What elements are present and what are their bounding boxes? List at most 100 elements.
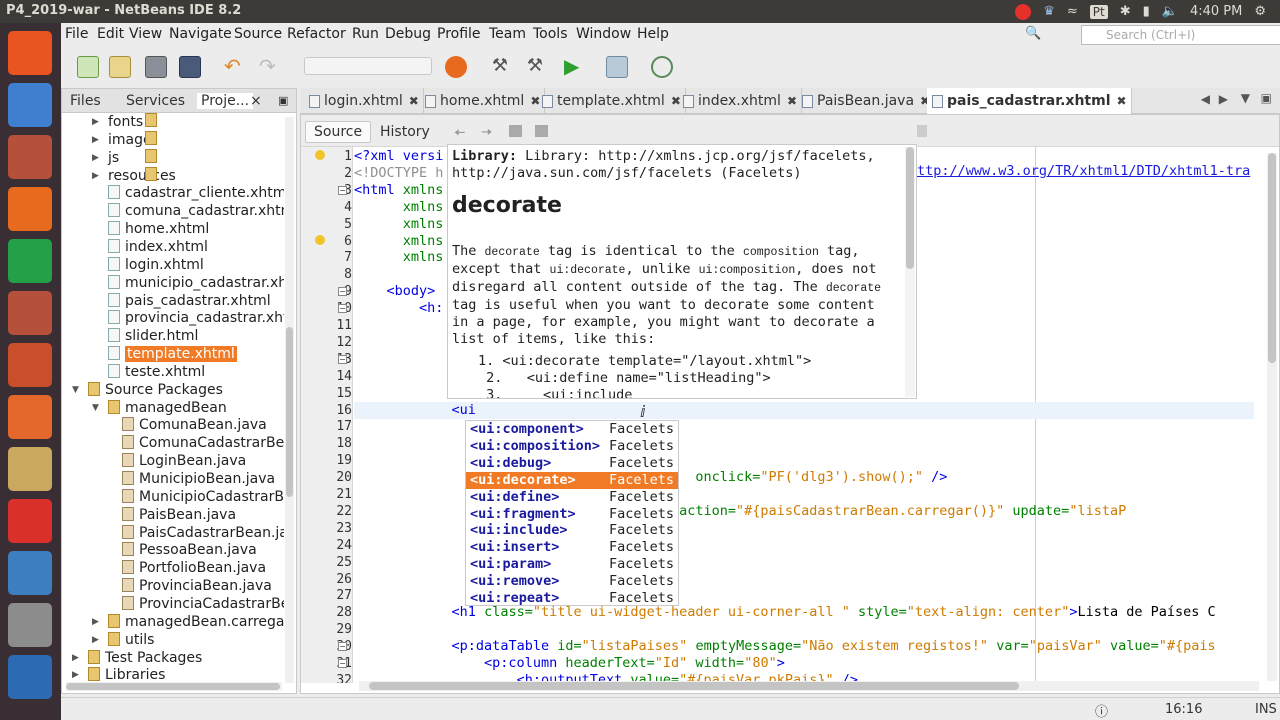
tree-item[interactable]: comuna_cadastrar.xhtml bbox=[108, 202, 284, 220]
undo-icon[interactable]: ↶ bbox=[224, 56, 246, 78]
libreoffice-writer-icon[interactable] bbox=[8, 83, 52, 127]
tree-item[interactable]: ComunaCadastrarBean.java bbox=[122, 434, 284, 452]
editor-tab[interactable]: PaisBean.java ✖ bbox=[797, 88, 936, 114]
tree-item[interactable]: home.xhtml bbox=[108, 220, 209, 238]
search-input[interactable]: Search (Ctrl+I) bbox=[1081, 25, 1280, 45]
menu-team[interactable]: Team bbox=[489, 26, 526, 42]
tree-item[interactable]: cadastrar_cliente.xhtml bbox=[108, 184, 284, 202]
tree-item[interactable]: js bbox=[108, 148, 157, 167]
tree-item[interactable]: Libraries bbox=[88, 666, 165, 683]
expand-toggle-icon[interactable]: ▶ bbox=[92, 617, 99, 627]
editor-tab[interactable]: home.xhtml ✖ bbox=[420, 88, 546, 114]
expand-toggle-icon[interactable]: ▶ bbox=[92, 135, 99, 145]
menu-profile[interactable]: Profile bbox=[437, 26, 481, 42]
tab-services[interactable]: Services bbox=[126, 93, 185, 109]
menu-window[interactable]: Window bbox=[576, 26, 631, 42]
clean-build-icon[interactable]: ⚒ bbox=[524, 56, 546, 78]
close-tab-icon[interactable]: ✖ bbox=[787, 94, 797, 108]
fold-toggle-icon[interactable]: − bbox=[338, 354, 347, 364]
menu-debug[interactable]: Debug bbox=[385, 26, 431, 42]
open-project-icon[interactable] bbox=[145, 56, 167, 78]
browser-icon[interactable] bbox=[445, 56, 467, 78]
wifi-icon[interactable]: ≈ bbox=[1067, 4, 1078, 19]
files-icon[interactable] bbox=[8, 291, 52, 335]
software-center-icon[interactable] bbox=[8, 395, 52, 439]
power-gear-icon[interactable]: ⚙ bbox=[1254, 4, 1266, 19]
back-icon[interactable]: 🠄 bbox=[454, 122, 465, 146]
tab-projects[interactable]: Proje... bbox=[197, 93, 254, 109]
expand-toggle-icon[interactable]: ▶ bbox=[92, 153, 99, 163]
tree-item[interactable]: index.xhtml bbox=[108, 238, 208, 256]
notifications-icon[interactable]: ⓘ bbox=[1095, 701, 1108, 720]
tree-item[interactable]: pais_cadastrar.xhtml bbox=[108, 292, 271, 310]
completion-item[interactable]: <ui:repeat> Facelets bbox=[466, 590, 678, 605]
amazon-icon[interactable] bbox=[8, 447, 52, 491]
editor-vertical-scrollbar[interactable] bbox=[1267, 153, 1277, 681]
tree-item[interactable]: PaisCadastrarBean.java bbox=[122, 524, 284, 542]
youtube-icon[interactable] bbox=[8, 499, 52, 543]
tree-item[interactable]: utils bbox=[108, 631, 154, 649]
tree-item[interactable]: teste.xhtml bbox=[108, 363, 205, 381]
accessibility-icon[interactable]: ♛ bbox=[1043, 4, 1055, 19]
expand-toggle-icon[interactable]: ▶ bbox=[72, 653, 79, 663]
record-indicator-icon[interactable] bbox=[1015, 3, 1032, 20]
volume-icon[interactable]: 🔈 bbox=[1162, 4, 1178, 19]
battery-icon[interactable]: ▮ bbox=[1143, 4, 1150, 19]
tree-item[interactable]: LoginBean.java bbox=[122, 452, 246, 470]
keyboard-layout-indicator[interactable]: Pt bbox=[1089, 4, 1108, 19]
completion-item[interactable]: <ui:composition> Facelets bbox=[466, 438, 678, 455]
editor-tab[interactable]: pais_cadastrar.xhtml ✖ bbox=[927, 88, 1132, 114]
close-icon[interactable]: × bbox=[250, 93, 262, 109]
save-all-icon[interactable] bbox=[179, 56, 201, 78]
menu-navigate[interactable]: Navigate bbox=[169, 26, 232, 42]
tree-item[interactable]: PessoaBean.java bbox=[122, 541, 257, 559]
tree-item[interactable]: image bbox=[108, 130, 157, 149]
libreoffice-calc-icon[interactable] bbox=[8, 239, 52, 283]
new-project-icon[interactable] bbox=[109, 56, 131, 78]
configuration-combobox[interactable] bbox=[304, 57, 432, 75]
dash-icon[interactable] bbox=[8, 31, 52, 75]
menu-run[interactable]: Run bbox=[352, 26, 379, 42]
minimize-panel-icon[interactable]: ▣ bbox=[278, 94, 288, 107]
libreoffice-impress-icon[interactable] bbox=[8, 343, 52, 387]
show-opened-documents-icon[interactable]: ▼ bbox=[1241, 91, 1250, 105]
tree-item[interactable]: ProvinciaBean.java bbox=[122, 577, 272, 595]
menu-source[interactable]: Source bbox=[234, 26, 282, 42]
clock[interactable]: 4:40 PM bbox=[1190, 4, 1242, 19]
collapse-toggle-icon[interactable]: ▼ bbox=[72, 385, 79, 395]
netbeans-icon[interactable] bbox=[8, 655, 52, 699]
fold-toggle-icon[interactable]: − bbox=[338, 642, 347, 652]
fold-toggle-icon[interactable]: − bbox=[338, 659, 347, 668]
close-tab-icon[interactable]: ✖ bbox=[1117, 94, 1127, 108]
run-project-icon[interactable]: ▶ bbox=[564, 56, 586, 78]
editor-horizontal-scrollbar[interactable] bbox=[359, 681, 1259, 691]
menu-refactor[interactable]: Refactor bbox=[287, 26, 346, 42]
tree-item[interactable]: PaisBean.java bbox=[122, 506, 236, 524]
completion-item[interactable]: <ui:define> Facelets bbox=[466, 489, 678, 506]
tree-item[interactable]: Test Packages bbox=[88, 649, 202, 667]
completion-item[interactable]: <ui:param> Facelets bbox=[466, 556, 678, 573]
redo-icon[interactable]: ↷ bbox=[259, 56, 281, 78]
hint-bulb-icon[interactable] bbox=[315, 150, 325, 160]
tree-item[interactable]: ProvinciaCadastrarBean.java bbox=[122, 595, 284, 613]
editor-tab[interactable]: login.xhtml ✖ bbox=[304, 88, 424, 114]
tree-item[interactable]: template.xhtml bbox=[108, 345, 237, 363]
tree-item[interactable]: fonts bbox=[108, 113, 157, 131]
find-selection-icon[interactable] bbox=[535, 125, 548, 137]
last-edit-icon[interactable] bbox=[509, 125, 522, 137]
build-project-icon[interactable]: ⚒ bbox=[489, 56, 511, 78]
tree-horizontal-scrollbar[interactable] bbox=[66, 682, 282, 691]
completion-item[interactable]: <ui:include> Facelets bbox=[466, 522, 678, 539]
completion-item[interactable]: <ui:decorate> Facelets bbox=[466, 471, 678, 489]
forward-icon[interactable]: 🠆 bbox=[481, 122, 492, 146]
close-tab-icon[interactable]: ✖ bbox=[409, 94, 419, 108]
terminal-icon[interactable] bbox=[8, 603, 52, 647]
doc-scrollbar[interactable] bbox=[905, 147, 915, 397]
tree-item[interactable]: provincia_cadastrar.xhtml bbox=[108, 309, 284, 327]
completion-item[interactable]: <ui:remove> Facelets bbox=[466, 573, 678, 590]
completion-item[interactable]: <ui:insert> Facelets bbox=[466, 539, 678, 556]
hint-bulb-icon[interactable] bbox=[315, 234, 325, 245]
menu-tools[interactable]: Tools bbox=[533, 26, 568, 42]
expand-toggle-icon[interactable]: ▶ bbox=[92, 171, 99, 181]
menu-file[interactable]: File bbox=[65, 26, 88, 42]
